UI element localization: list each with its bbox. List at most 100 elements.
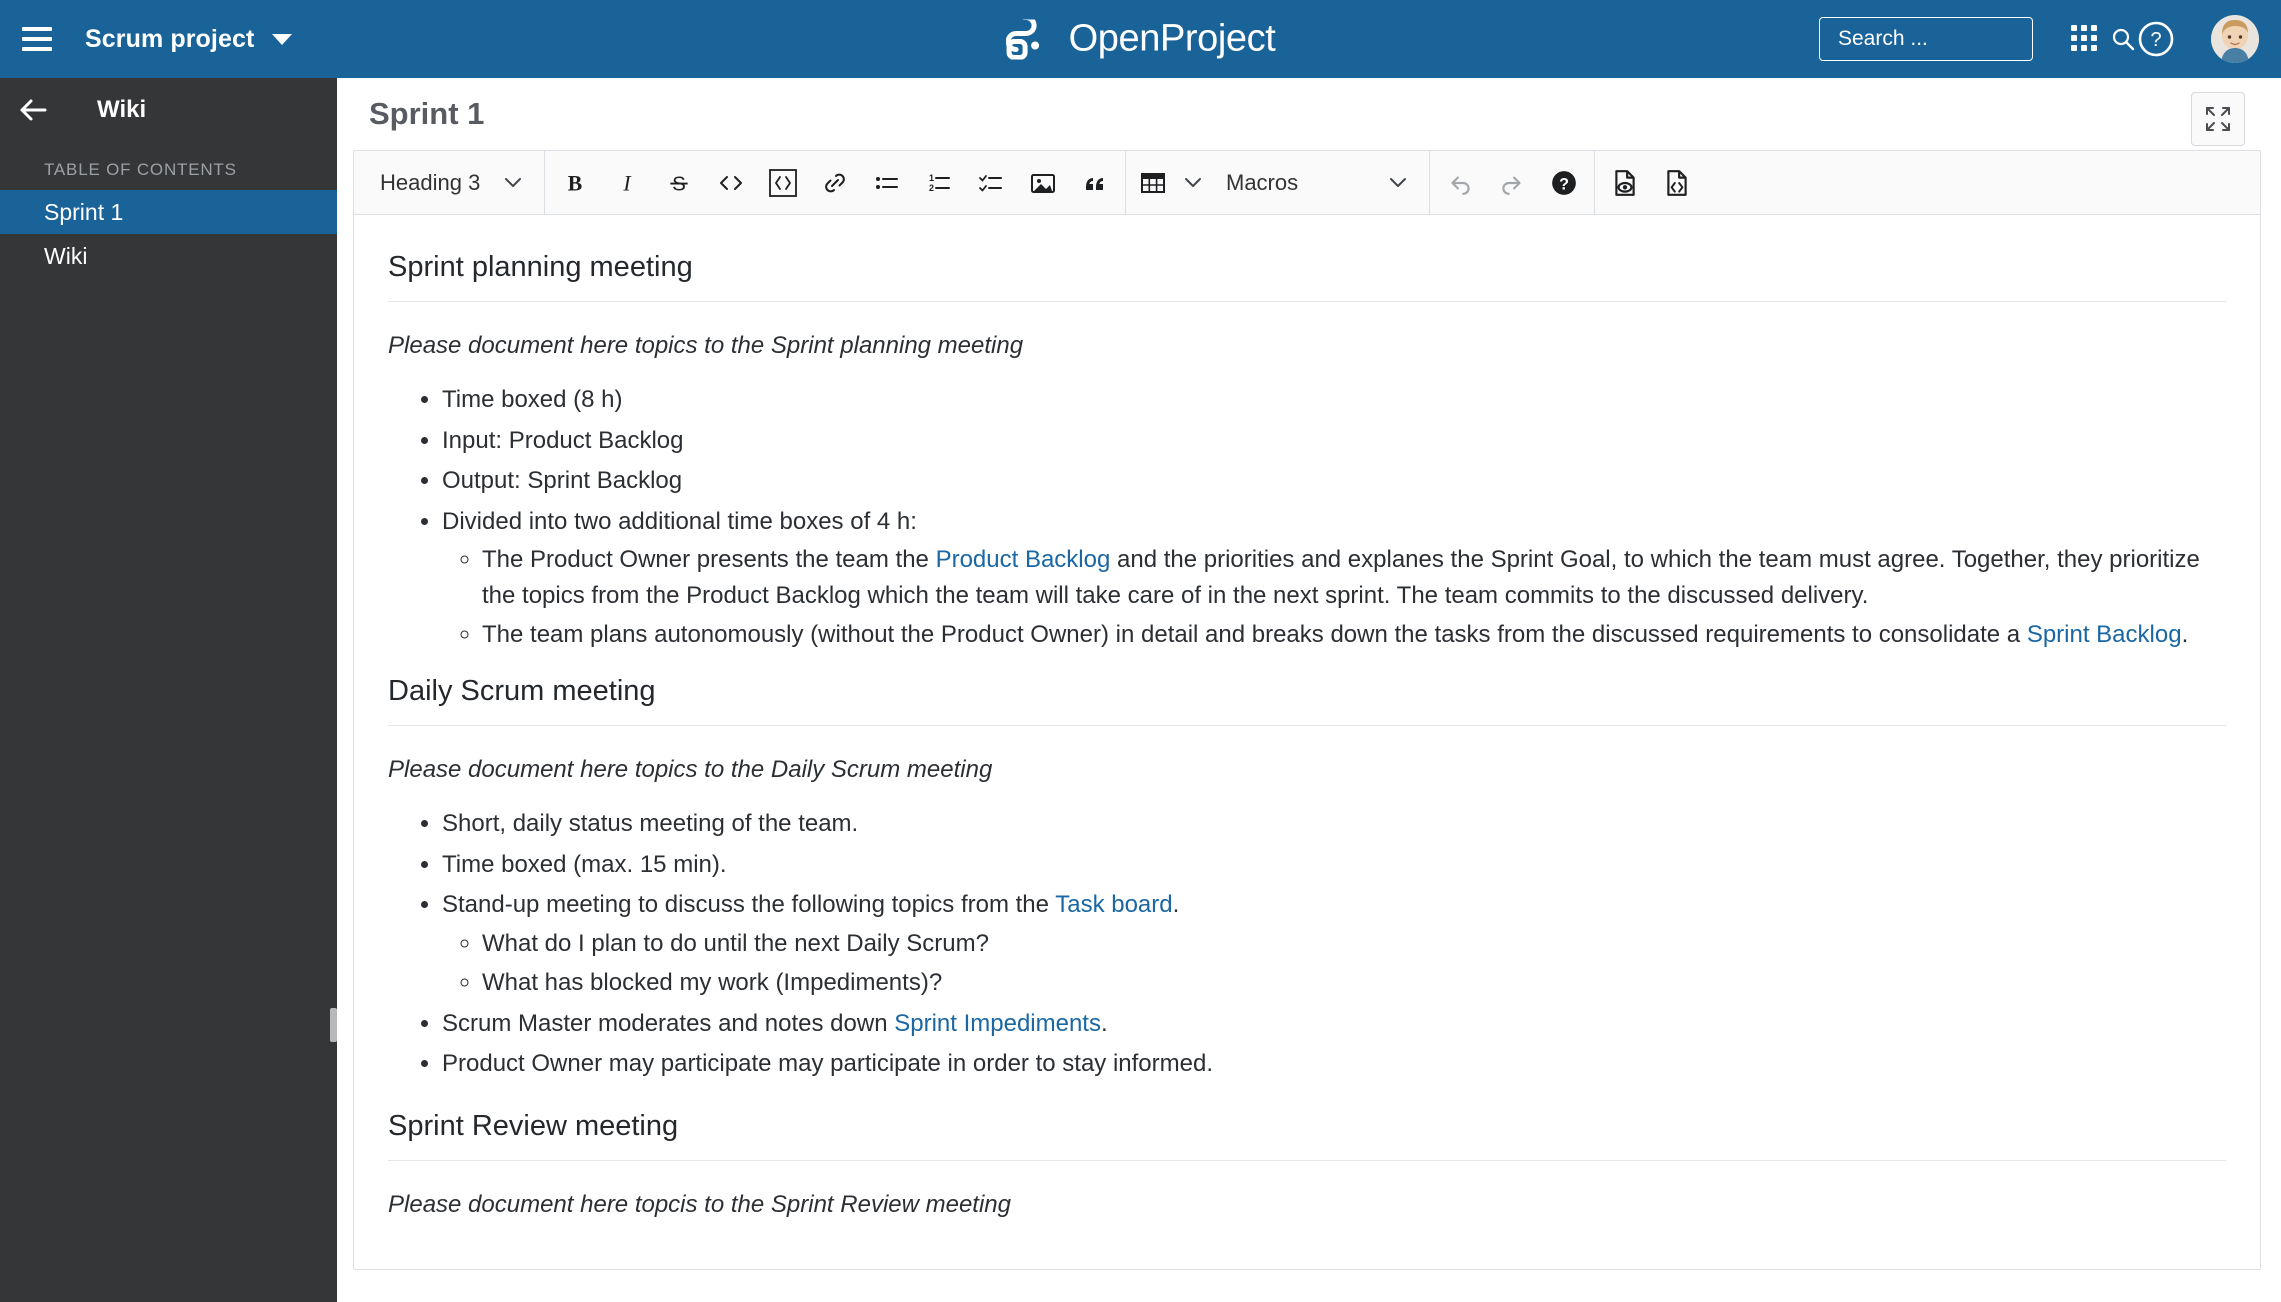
toolbar-group-style: Heading 3 xyxy=(354,151,545,215)
document-section: Sprint Review meeting Please document her… xyxy=(388,1108,2226,1219)
sidebar: Wiki TABLE OF CONTENTS Sprint 1 Wiki xyxy=(0,78,337,1302)
list-item: Stand-up meeting to discuss the followin… xyxy=(442,887,2226,1001)
bulleted-list-button[interactable] xyxy=(861,157,913,209)
list-item: Divided into two additional time boxes o… xyxy=(442,504,2226,653)
svg-text:B: B xyxy=(568,171,582,195)
toolbar-group-insert: Macros xyxy=(1126,151,1430,215)
top-header: Scrum project OpenProject ? xyxy=(0,0,2281,78)
list-item: Time boxed (max. 15 min). xyxy=(442,847,2226,883)
hamburger-icon[interactable] xyxy=(22,22,56,56)
insert-image-button[interactable] xyxy=(1017,157,1069,209)
section-heading: Sprint Review meeting xyxy=(388,1108,2226,1161)
header-actions: ? xyxy=(1819,15,2259,63)
undo-button[interactable] xyxy=(1434,157,1486,209)
numbered-list-button[interactable]: 1 2 xyxy=(913,157,965,209)
bold-icon: B xyxy=(568,171,582,195)
table-dropdown-button[interactable] xyxy=(1176,157,1210,209)
code-block-button[interactable] xyxy=(757,157,809,209)
sidebar-resize-handle[interactable] xyxy=(330,1008,337,1042)
bulleted-list-icon xyxy=(876,176,898,189)
list-item: Product Owner may participate may partic… xyxy=(442,1046,2226,1082)
toolbar-group-history: ? xyxy=(1430,151,1595,215)
editor-toolbar: Heading 3 B I S 1 2 Macros ? xyxy=(354,151,2260,215)
back-arrow-icon[interactable] xyxy=(18,94,50,126)
editor-document[interactable]: Sprint planning meeting Please document h… xyxy=(354,215,2260,1219)
nested-list: The Product Owner presents the team the … xyxy=(442,542,2226,653)
redo-button[interactable] xyxy=(1486,157,1538,209)
section-heading: Daily Scrum meeting xyxy=(388,673,2226,727)
markdown-source-button[interactable] xyxy=(1651,157,1703,209)
bulleted-list: Short, daily status meeting of the team.… xyxy=(388,806,2226,1082)
macros-label: Macros xyxy=(1226,169,1299,195)
avatar[interactable] xyxy=(2211,15,2259,63)
bulleted-list: Time boxed (8 h) Input: Product Backlog Ou… xyxy=(388,382,2226,653)
wiki-link[interactable]: Sprint Backlog xyxy=(2027,621,2182,648)
undo-icon xyxy=(1451,176,1470,195)
fullscreen-button[interactable] xyxy=(2191,92,2245,146)
paragraph-style-select[interactable]: Heading 3 xyxy=(358,151,540,215)
italic-icon: I xyxy=(622,171,632,195)
page-header: Sprint 1 xyxy=(337,78,2281,150)
preview-button[interactable] xyxy=(1599,157,1651,209)
section-intro: Please document here topics to the Daily… xyxy=(388,756,993,784)
chevron-down-icon xyxy=(1390,178,1406,187)
section-intro: Please document here topics to the Sprin… xyxy=(388,332,1024,360)
link-button[interactable] xyxy=(809,157,861,209)
list-item: Input: Product Backlog xyxy=(442,423,2226,459)
nested-list: What do I plan to do until the next Dail… xyxy=(442,926,2226,1001)
svg-text:?: ? xyxy=(2150,29,2161,51)
help-icon: ? xyxy=(1552,170,1576,195)
list-item: What has blocked my work (Impediments)? xyxy=(482,965,2226,1001)
italic-button[interactable]: I xyxy=(601,157,653,209)
insert-table-button[interactable] xyxy=(1130,157,1176,209)
page-title: Sprint 1 xyxy=(369,96,485,131)
numbered-list-icon: 1 2 xyxy=(929,173,950,193)
redo-icon xyxy=(1502,176,1521,195)
strikethrough-button[interactable]: S xyxy=(653,157,705,209)
wiki-editor: Heading 3 B I S 1 2 Macros ? Sprint plan… xyxy=(353,150,2261,1270)
section-heading: Sprint planning meeting xyxy=(388,249,2226,303)
list-item: Short, daily status meeting of the team. xyxy=(442,806,2226,842)
help-circle-icon[interactable]: ? xyxy=(2137,20,2175,58)
list-item: Time boxed (8 h) xyxy=(442,382,2226,418)
bold-button[interactable]: B xyxy=(549,157,601,209)
section-intro: Please document here topcis to the Sprin… xyxy=(388,1190,1012,1218)
openproject-brand[interactable]: OpenProject xyxy=(1005,17,1276,61)
search-box[interactable] xyxy=(1819,17,2135,61)
main-content: Sprint 1 Heading 3 B I S 1 2 Macros ? Sp… xyxy=(337,78,2281,1302)
chevron-down-icon xyxy=(505,178,521,187)
search-input[interactable] xyxy=(1836,26,2111,52)
list-item: What do I plan to do until the next Dail… xyxy=(482,926,2226,962)
image-icon xyxy=(1031,173,1055,193)
source-code-icon xyxy=(1667,169,1687,196)
svg-text:1: 1 xyxy=(929,173,934,183)
inline-code-icon xyxy=(720,175,742,190)
sidebar-item-wiki[interactable]: Wiki xyxy=(0,234,337,278)
block-quote-button[interactable] xyxy=(1069,157,1121,209)
svg-text:I: I xyxy=(622,171,632,195)
sidebar-item-label: Wiki xyxy=(44,242,88,269)
toolbar-group-format: B I S 1 2 xyxy=(545,151,1126,215)
editor-help-button[interactable]: ? xyxy=(1538,157,1590,209)
wiki-link[interactable]: Product Backlog xyxy=(936,546,1111,573)
openproject-logo-icon xyxy=(1005,19,1039,59)
sidebar-item-sprint-1[interactable]: Sprint 1 xyxy=(0,190,337,234)
todo-list-icon xyxy=(979,174,1002,191)
grid-modules-icon[interactable] xyxy=(2071,25,2099,53)
fullscreen-icon xyxy=(2206,107,2230,131)
project-name[interactable]: Scrum project xyxy=(85,25,254,54)
search-icon[interactable] xyxy=(2111,27,2135,51)
preview-icon xyxy=(1615,169,1635,196)
list-item: The Product Owner presents the team the … xyxy=(482,542,2226,613)
chevron-down-icon[interactable] xyxy=(272,33,293,45)
inline-code-button[interactable] xyxy=(705,157,757,209)
wiki-link[interactable]: Task board xyxy=(1055,891,1172,918)
brand-text: OpenProject xyxy=(1068,17,1276,60)
sidebar-section-label: TABLE OF CONTENTS xyxy=(44,160,237,179)
macros-select[interactable]: Macros xyxy=(1210,151,1425,215)
paragraph-style-value: Heading 3 xyxy=(380,169,481,195)
todo-list-button[interactable] xyxy=(965,157,1017,209)
wiki-link[interactable]: Sprint Impediments xyxy=(894,1010,1101,1037)
list-item: Scrum Master moderates and notes down Sp… xyxy=(442,1006,2226,1042)
svg-text:2: 2 xyxy=(929,183,934,193)
